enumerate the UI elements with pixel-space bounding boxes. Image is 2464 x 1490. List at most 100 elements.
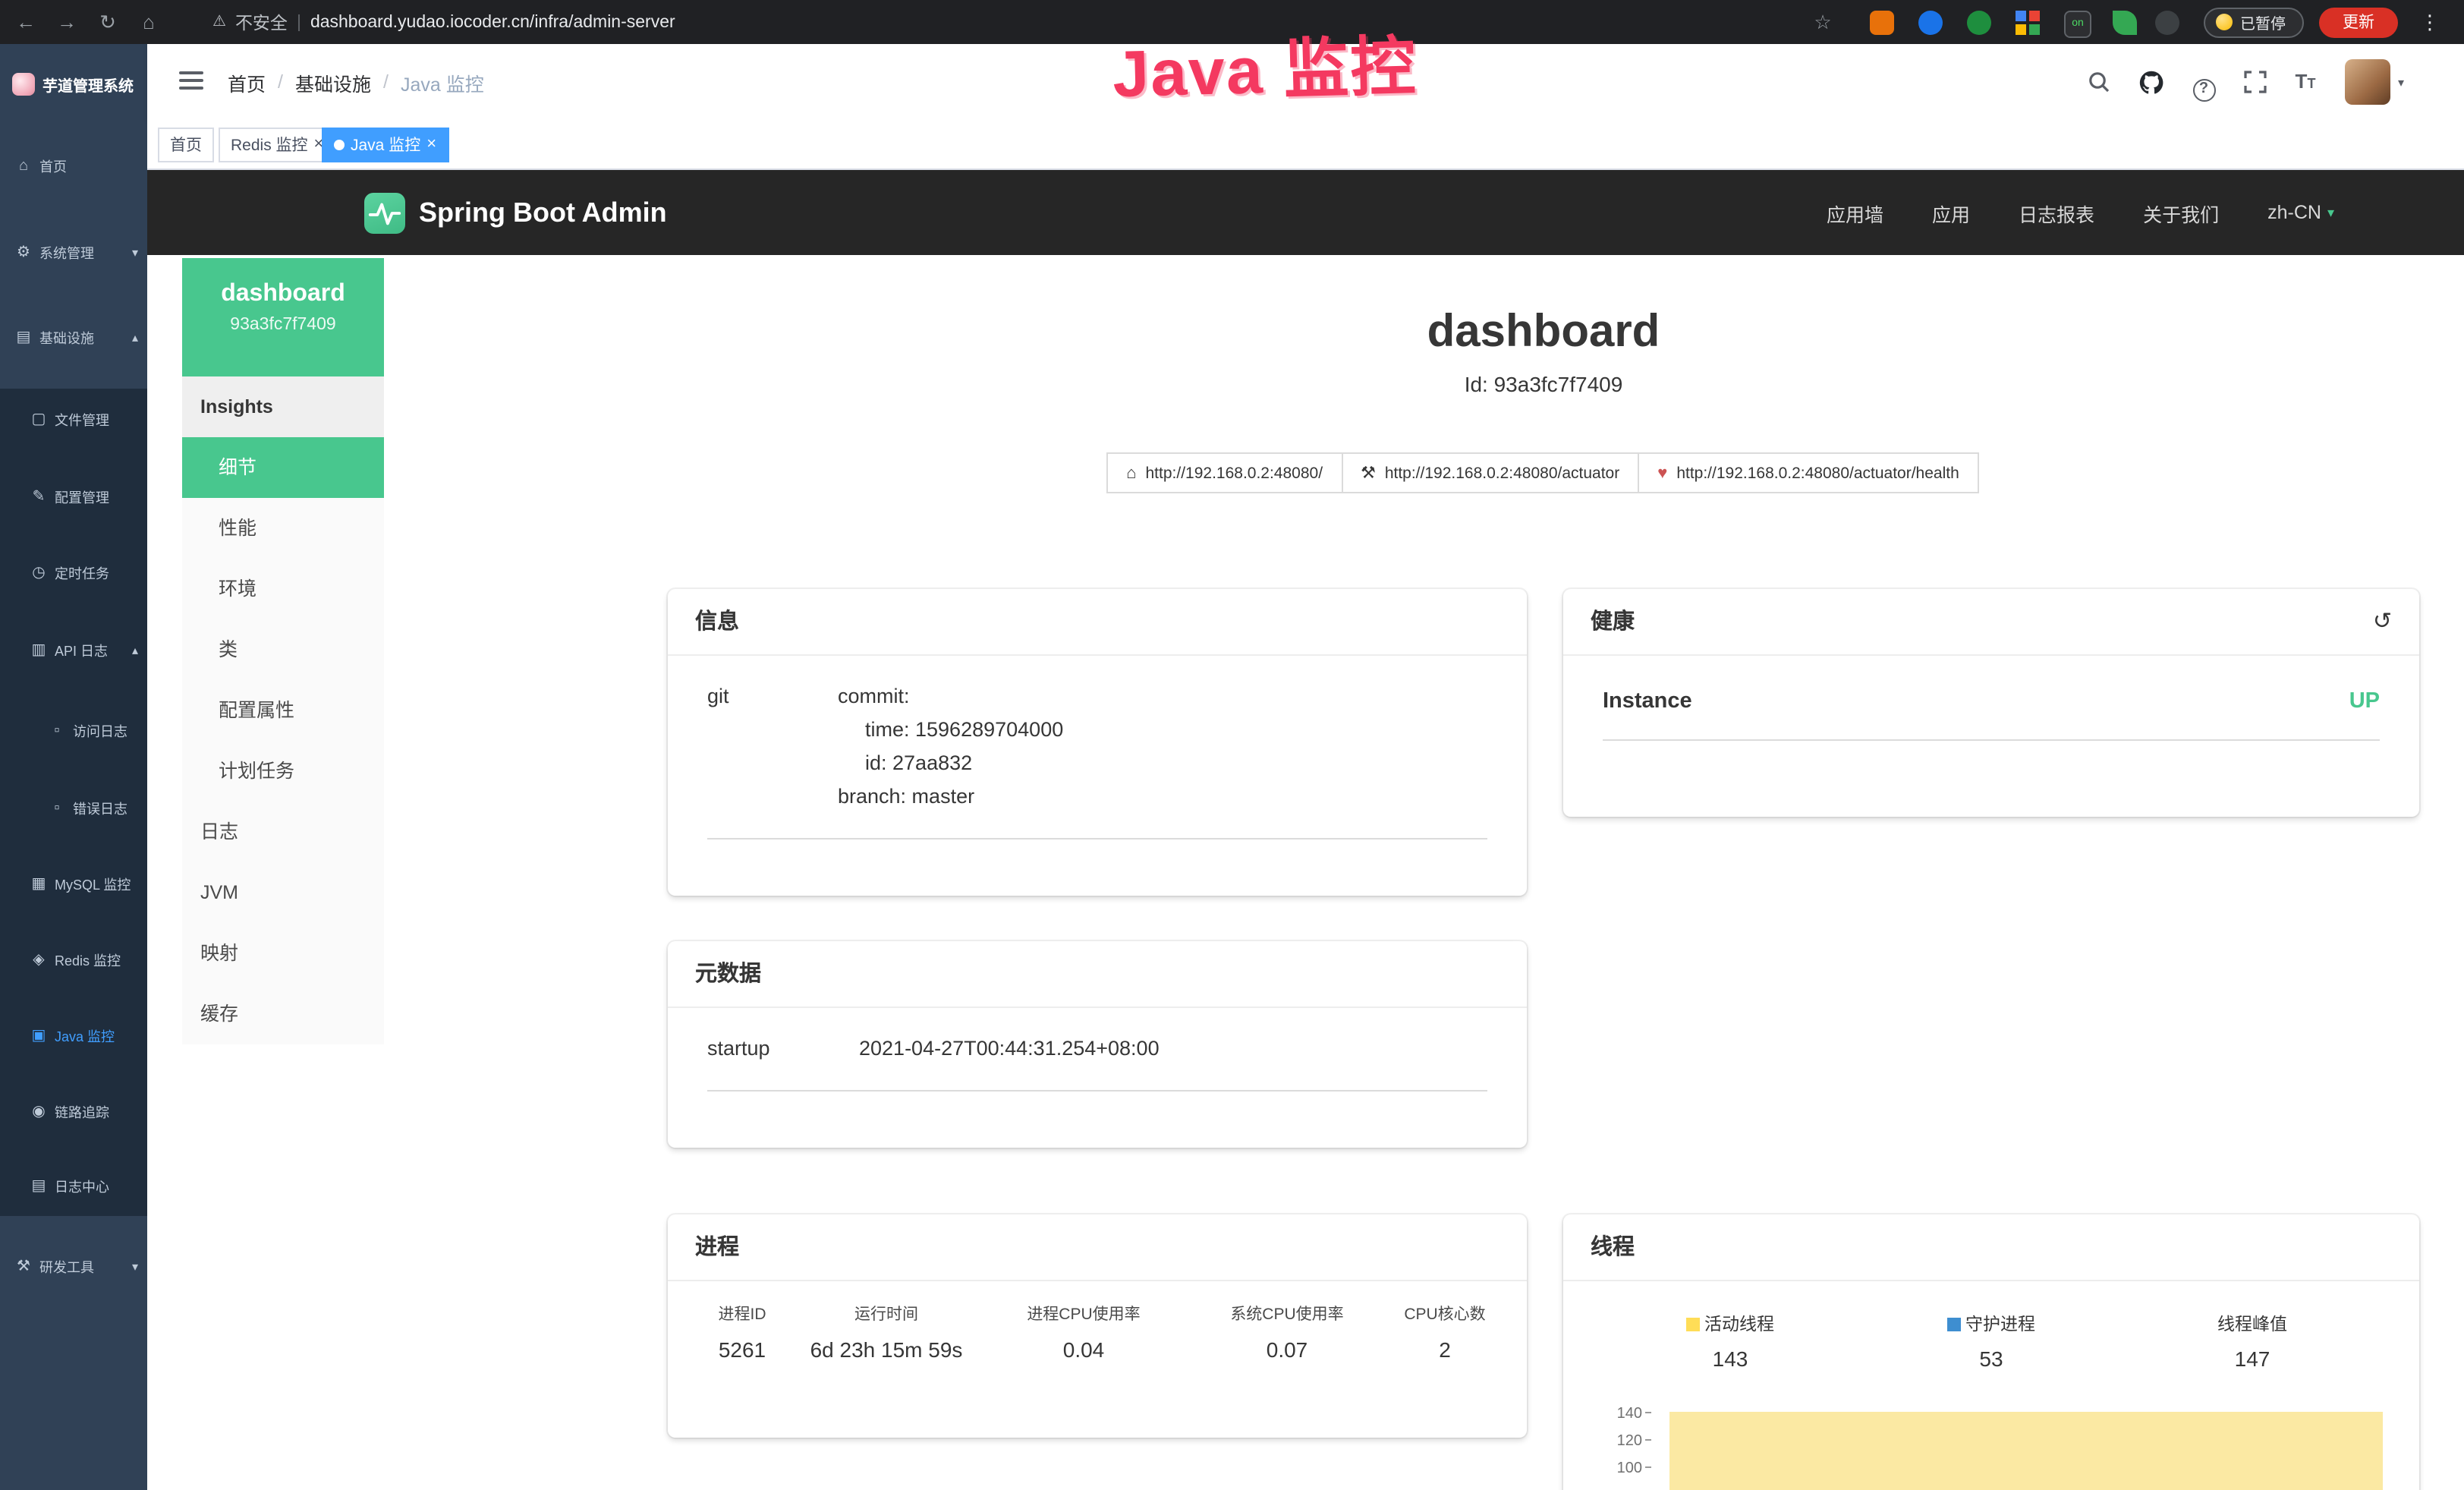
search-icon[interactable] bbox=[2085, 70, 2113, 97]
sba-brand[interactable]: Spring Boot Admin bbox=[364, 170, 667, 255]
paused-badge[interactable]: 已暂停 bbox=[2204, 7, 2304, 37]
sba-menu-classes[interactable]: 类 bbox=[182, 619, 384, 680]
sidebar-item-api-log[interactable]: ▥ API 日志 ▴ bbox=[0, 619, 147, 680]
browser-menu-icon[interactable]: ⋮ bbox=[2413, 0, 2447, 44]
extension-icon-on[interactable]: on bbox=[2064, 10, 2091, 37]
sba-locale-select[interactable]: zh-CN ▾ bbox=[2267, 202, 2334, 223]
col-header: CPU核心数 bbox=[1384, 1303, 1506, 1325]
sidebar-item-mysql[interactable]: ▦ MySQL 监控 bbox=[0, 853, 147, 914]
sba-menu-logs[interactable]: 日志 bbox=[182, 802, 384, 862]
sidebar-item-error-log[interactable]: ▫ 错误日志 bbox=[0, 777, 147, 838]
legend-value: 143 bbox=[1600, 1347, 1861, 1371]
tag-java-active[interactable]: Java 监控 × bbox=[322, 127, 448, 162]
threads-chart: 140 120 100 bbox=[1600, 1386, 2383, 1490]
close-icon[interactable]: × bbox=[426, 136, 436, 153]
extension-icon-7[interactable] bbox=[2155, 10, 2179, 34]
sidebar-item-label: MySQL 监控 bbox=[55, 874, 131, 893]
sba-menu-mappings[interactable]: 映射 bbox=[182, 923, 384, 984]
tag-label: 首页 bbox=[170, 133, 202, 156]
sba-nav-applications[interactable]: 应用 bbox=[1932, 198, 1970, 227]
active-dot bbox=[334, 139, 345, 150]
fullscreen-icon[interactable] bbox=[2242, 70, 2269, 97]
sidebar-item-config[interactable]: ✎ 配置管理 bbox=[0, 466, 147, 527]
help-icon[interactable]: ? bbox=[2190, 73, 2217, 100]
metadata-key: startup bbox=[707, 1032, 859, 1066]
breadcrumb-home[interactable]: 首页 bbox=[228, 68, 266, 96]
sidebar-item-redis[interactable]: ◈ Redis 监控 bbox=[0, 929, 147, 990]
sidebar-item-file[interactable]: ▢ 文件管理 bbox=[0, 389, 147, 449]
sidebar-item-infra[interactable]: ▤ 基础设施 ▴ bbox=[0, 307, 147, 367]
tool-icon: ⚒ bbox=[15, 1258, 32, 1274]
legend-value: 53 bbox=[1861, 1347, 2122, 1371]
extension-icon-grid[interactable] bbox=[2016, 10, 2040, 34]
home-icon: ⌂ bbox=[1126, 464, 1136, 482]
extension-icon-3[interactable] bbox=[1967, 10, 1991, 34]
sba-menu-config-props[interactable]: 配置属性 bbox=[182, 680, 384, 741]
avatar[interactable] bbox=[2345, 59, 2390, 105]
log-icon: ▫ bbox=[49, 799, 65, 816]
sidebar-item-job[interactable]: ◷ 定时任务 bbox=[0, 542, 147, 603]
sidebar-item-system[interactable]: ⚙ 系统管理 ▾ bbox=[0, 222, 147, 282]
git-commit-time: time: 1596289704000 bbox=[865, 713, 1063, 747]
back-icon[interactable]: ← bbox=[9, 0, 42, 44]
sidebar-item-java[interactable]: ▣ Java 监控 bbox=[0, 1005, 147, 1066]
actuator-url-link[interactable]: ⚒ http://192.168.0.2:48080/actuator bbox=[1341, 452, 1639, 493]
app-logo[interactable]: 芋道管理系统 bbox=[0, 44, 147, 123]
annotation-text: Java 监控 bbox=[1111, 14, 1418, 116]
home-icon: ⌂ bbox=[15, 157, 32, 174]
service-url-link[interactable]: ⌂ http://192.168.0.2:48080/ bbox=[1106, 452, 1342, 493]
forward-icon[interactable]: → bbox=[50, 0, 83, 44]
sba-menu-jvm[interactable]: JVM bbox=[182, 862, 384, 923]
chevron-down-icon: ▾ bbox=[2327, 204, 2334, 221]
sidebar-item-label: Java 监控 bbox=[55, 1025, 115, 1045]
sba-main: dashboard Id: 93a3fc7f7409 ⌂ http://192.… bbox=[384, 255, 2464, 1490]
sba-menu-details[interactable]: 细节 bbox=[182, 437, 384, 498]
chrome-update-button[interactable]: 更新 bbox=[2319, 7, 2398, 37]
tag-redis[interactable]: Redis 监控 × bbox=[219, 127, 335, 162]
mysql-icon: ▦ bbox=[30, 875, 47, 892]
sidebar-item-trace[interactable]: ◉ 链路追踪 bbox=[0, 1081, 147, 1142]
security-label: 不安全 bbox=[235, 10, 288, 34]
sidebar-item-home[interactable]: ⌂ 首页 bbox=[0, 135, 147, 196]
history-icon[interactable]: ↺ bbox=[2373, 589, 2392, 656]
bookmark-star-icon[interactable]: ☆ bbox=[1806, 0, 1839, 44]
font-size-icon[interactable]: TT bbox=[2292, 68, 2319, 96]
link-label: http://192.168.0.2:48080/ bbox=[1146, 464, 1323, 482]
home-icon[interactable]: ⌂ bbox=[132, 0, 165, 44]
sba-menu-scheduled-tasks[interactable]: 计划任务 bbox=[182, 741, 384, 802]
sba-menu-performance[interactable]: 性能 bbox=[182, 498, 384, 559]
reload-icon[interactable]: ↻ bbox=[91, 0, 124, 44]
app-title: 芋道管理系统 bbox=[42, 72, 134, 95]
url-text: dashboard.yudao.iocoder.cn/infra/admin-s… bbox=[310, 13, 675, 31]
sidebar-item-access-log[interactable]: ▫ 访问日志 bbox=[0, 700, 147, 761]
sba-nav-about[interactable]: 关于我们 bbox=[2143, 198, 2219, 227]
extension-icon-leaf[interactable] bbox=[2113, 10, 2137, 34]
sba-menu-environment[interactable]: 环境 bbox=[182, 559, 384, 619]
sba-menu-caches[interactable]: 缓存 bbox=[182, 984, 384, 1044]
git-commit-label: commit: bbox=[838, 680, 1063, 713]
page-title: dashboard bbox=[668, 307, 2419, 358]
health-url-link[interactable]: ♥ http://192.168.0.2:48080/actuator/heal… bbox=[1638, 452, 1979, 493]
instance-id: 93a3fc7f7409 bbox=[182, 316, 384, 334]
collapse-sidebar-icon[interactable] bbox=[179, 71, 203, 91]
sidebar-item-log-center[interactable]: ▤ 日志中心 bbox=[0, 1155, 147, 1216]
github-icon[interactable] bbox=[2137, 70, 2164, 97]
metadata-card: 元数据 startup 2021-04-27T00:44:31.254+08:0… bbox=[668, 941, 1527, 1148]
sidebar-item-label: 基础设施 bbox=[39, 327, 94, 347]
breadcrumb-current: Java 监控 bbox=[401, 68, 484, 96]
java-monitor-icon: ▣ bbox=[30, 1027, 47, 1044]
sidebar-item-label: 配置管理 bbox=[55, 487, 109, 506]
trace-icon: ◉ bbox=[30, 1103, 47, 1120]
extension-icon-1[interactable] bbox=[1870, 10, 1894, 34]
breadcrumb-infra[interactable]: 基础设施 bbox=[295, 68, 371, 96]
tag-home[interactable]: 首页 bbox=[158, 127, 214, 162]
address-bar[interactable]: ⚠ 不安全 | dashboard.yudao.iocoder.cn/infra… bbox=[212, 0, 675, 44]
extension-icon-2[interactable] bbox=[1918, 10, 1943, 34]
info-key: git bbox=[707, 680, 838, 814]
sba-nav-journal[interactable]: 日志报表 bbox=[2019, 198, 2094, 227]
heart-icon: ♥ bbox=[1657, 464, 1667, 482]
sba-nav-wallboard[interactable]: 应用墙 bbox=[1827, 198, 1883, 227]
sidebar-item-dev-tool[interactable]: ⚒ 研发工具 ▾ bbox=[0, 1236, 147, 1296]
admin-sidebar: 芋道管理系统 ⌂ 首页 ⚙ 系统管理 ▾ ▤ 基础设施 ▴ ▢ 文件管理 ✎ 配… bbox=[0, 44, 147, 1490]
log-center-icon: ▤ bbox=[30, 1177, 47, 1194]
